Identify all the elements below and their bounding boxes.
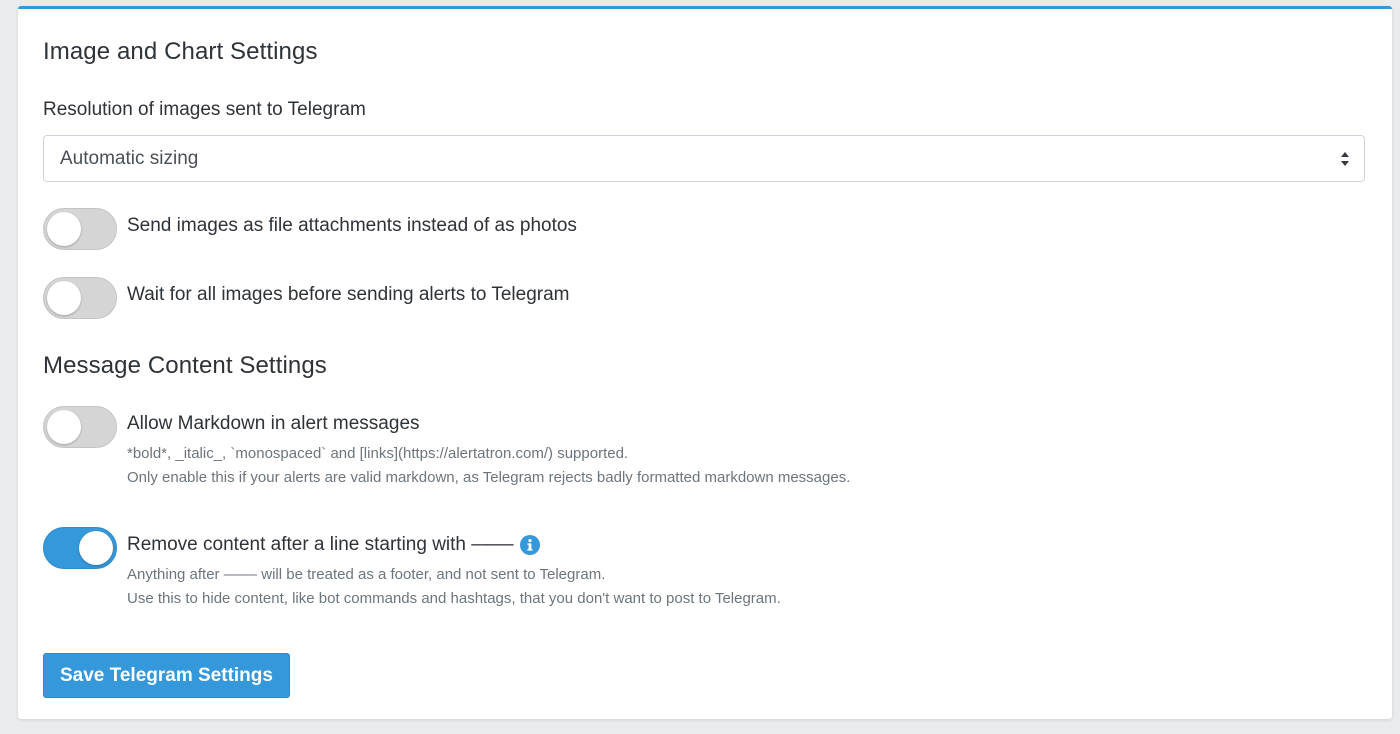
resolution-select[interactable]: Automatic sizing — [43, 135, 1365, 182]
footer-label-wrap: Remove content after a line starting wit… — [127, 534, 781, 556]
info-circle-icon[interactable] — [519, 535, 540, 555]
toggle-knob — [47, 212, 81, 246]
toggle-knob — [47, 281, 81, 315]
footer-help-line-2: Use this to hide content, like bot comma… — [127, 590, 781, 607]
toggle-knob — [47, 410, 81, 444]
resolution-select-value: Automatic sizing — [60, 147, 199, 169]
save-telegram-settings-button[interactable]: Save Telegram Settings — [43, 653, 290, 698]
send-as-files-label: Send images as file attachments instead … — [127, 215, 577, 236]
markdown-row: Allow Markdown in alert messages *bold*,… — [43, 406, 850, 490]
message-content-settings-heading: Message Content Settings — [43, 352, 327, 379]
wait-images-toggle[interactable] — [43, 277, 117, 319]
footer-help-line-1: Anything after –––– will be treated as a… — [127, 566, 606, 583]
sort-caret-icon — [1341, 152, 1349, 166]
resolution-label: Resolution of images sent to Telegram — [43, 99, 366, 120]
markdown-help-line-2: Only enable this if your alerts are vali… — [127, 469, 851, 486]
markdown-label: Allow Markdown in alert messages — [127, 413, 420, 434]
footer-toggle[interactable] — [43, 527, 117, 569]
wait-images-row: Wait for all images before sending alert… — [43, 277, 570, 319]
image-chart-settings-heading: Image and Chart Settings — [43, 38, 318, 65]
wait-images-label: Wait for all images before sending alert… — [127, 284, 570, 305]
send-as-files-toggle[interactable] — [43, 208, 117, 250]
markdown-toggle[interactable] — [43, 406, 117, 448]
footer-label: Remove content after a line starting wit… — [127, 534, 514, 555]
markdown-help-line-1: *bold*, _italic_, `monospaced` and [link… — [127, 445, 629, 462]
send-as-files-row: Send images as file attachments instead … — [43, 208, 577, 250]
telegram-settings-card: Image and Chart Settings Resolution of i… — [18, 6, 1392, 719]
footer-row: Remove content after a line starting wit… — [43, 527, 781, 611]
toggle-knob — [79, 531, 113, 565]
